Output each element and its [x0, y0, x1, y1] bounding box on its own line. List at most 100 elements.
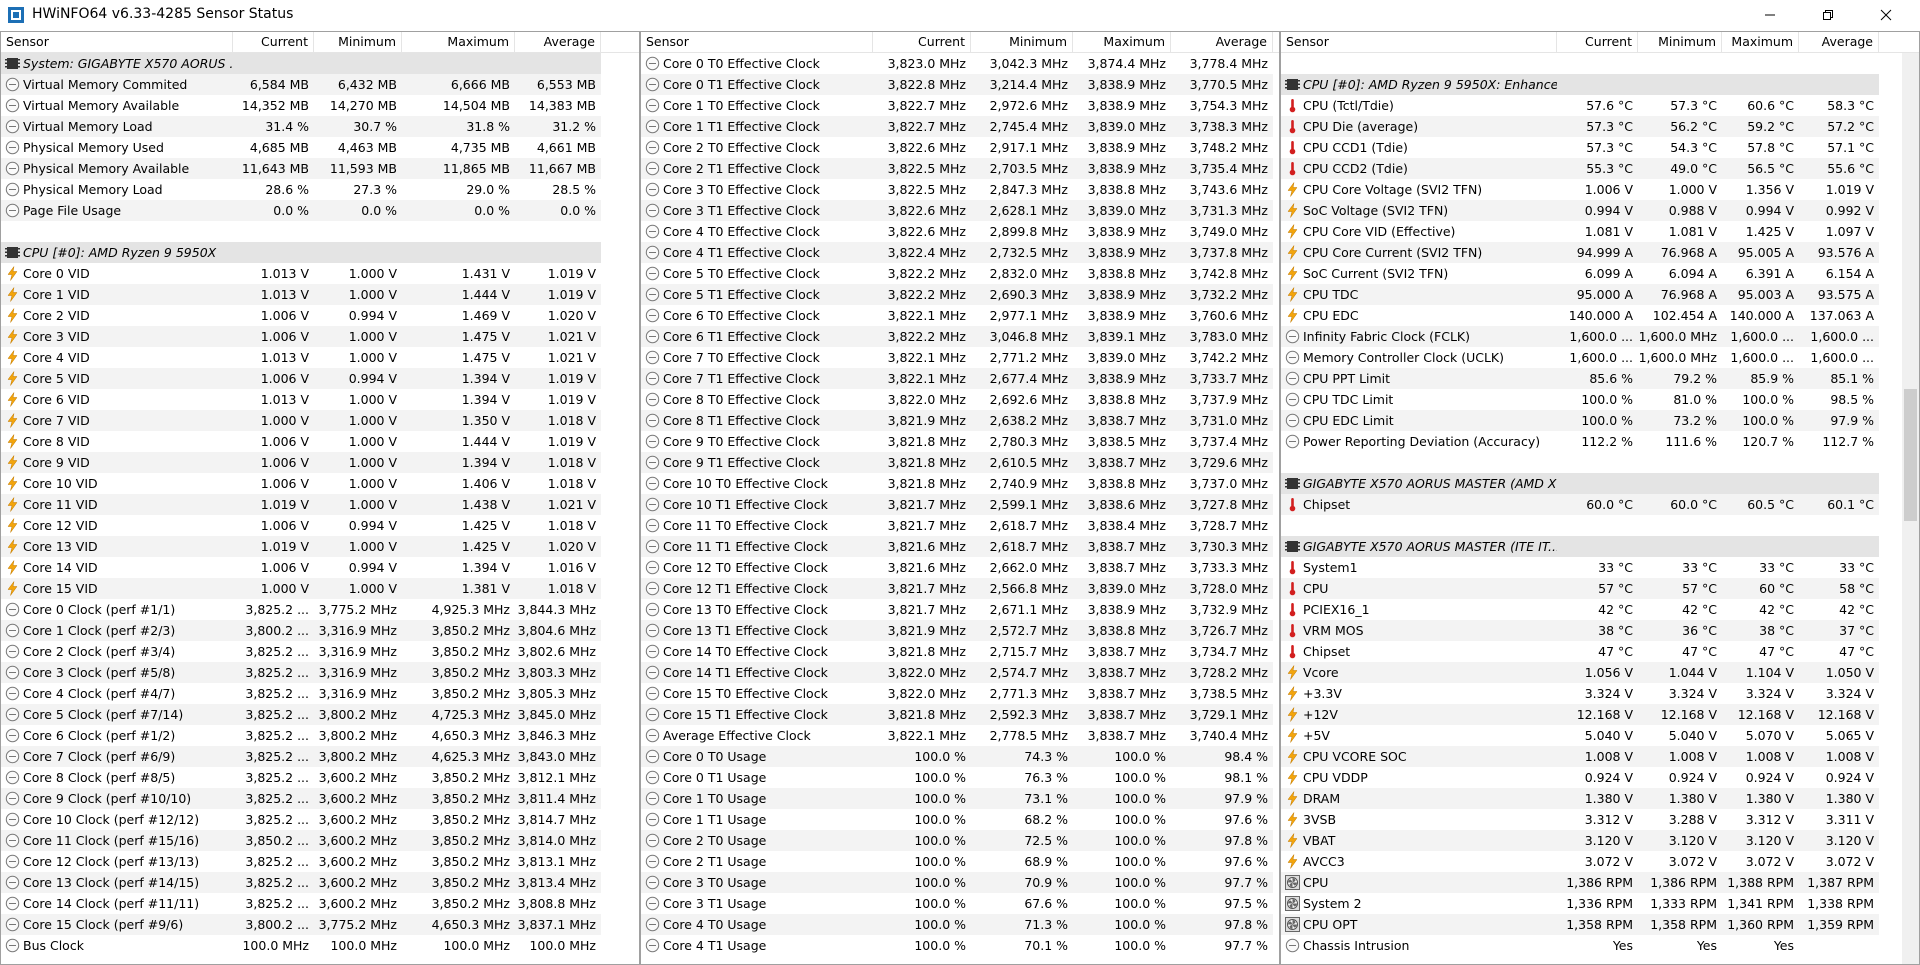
sensor-row[interactable]: Core 3 T1 Effective Clock 3,822.6 MHz 2,62…: [641, 200, 1279, 221]
sensor-row[interactable]: Core 15 Clock (perf #9/6) 3,800.2 ... 3,77…: [1, 914, 639, 935]
header-current[interactable]: Current: [873, 32, 971, 52]
sensor-row[interactable]: Core 2 T1 Effective Clock 3,822.5 MHz 2,70…: [641, 158, 1279, 179]
sensor-row[interactable]: CPU EDC Limit 100.0 % 73.2 % 100.0 % 97.9 %: [1281, 410, 1919, 431]
sensor-row[interactable]: Core 9 VID 1.006 V 1.000 V 1.394 V 1.018 V: [1, 452, 639, 473]
sensor-row[interactable]: Chassis Intrusion Yes Yes Yes: [1281, 935, 1919, 956]
sensor-row[interactable]: Chipset 47 °C 47 °C 47 °C 47 °C: [1281, 641, 1919, 662]
sensor-row[interactable]: Virtual Memory Available 14,352 MB 14,270 …: [1, 95, 639, 116]
sensor-row[interactable]: Core 5 T0 Effective Clock 3,822.2 MHz 2,83…: [641, 263, 1279, 284]
sensor-row[interactable]: Core 7 Clock (perf #6/9) 3,825.2 ... 3,800…: [1, 746, 639, 767]
sensor-row[interactable]: Core 15 T1 Effective Clock 3,821.8 MHz 2,5…: [641, 704, 1279, 725]
sensor-row[interactable]: Core 2 T0 Usage 100.0 % 72.5 % 100.0 % 97.8 …: [641, 830, 1279, 851]
sensor-row[interactable]: Core 1 Clock (perf #2/3) 3,800.2 ... 3,316…: [1, 620, 639, 641]
sensor-row[interactable]: Core 4 VID 1.013 V 1.000 V 1.475 V 1.021 V: [1, 347, 639, 368]
sensor-row[interactable]: Vcore 1.056 V 1.044 V 1.104 V 1.050 V: [1281, 662, 1919, 683]
sensor-row[interactable]: CPU PPT Limit 85.6 % 79.2 % 85.9 % 85.1 %: [1281, 368, 1919, 389]
sensor-row[interactable]: VRM MOS 38 °C 36 °C 38 °C 37 °C: [1281, 620, 1919, 641]
sensor-row[interactable]: Core 6 T0 Effective Clock 3,822.1 MHz 2,97…: [641, 305, 1279, 326]
sensor-row[interactable]: Core 0 T1 Usage 100.0 % 76.3 % 100.0 % 98.1 …: [641, 767, 1279, 788]
sensor-row[interactable]: CPU EDC 140.000 A 102.454 A 140.000 A 137.06…: [1281, 305, 1919, 326]
sensor-row[interactable]: Memory Controller Clock (UCLK) 1,600.0 ..…: [1281, 347, 1919, 368]
header-sensor[interactable]: Sensor: [1281, 32, 1557, 52]
header-maximum[interactable]: Maximum: [402, 32, 515, 52]
sensor-row[interactable]: PCIEX16_1 42 °C 42 °C 42 °C 42 °C: [1281, 599, 1919, 620]
sensor-row[interactable]: Core 12 Clock (perf #13/13) 3,825.2 ... 3,…: [1, 851, 639, 872]
sensor-row[interactable]: VBAT 3.120 V 3.120 V 3.120 V 3.120 V: [1281, 830, 1919, 851]
sensor-row[interactable]: CPU OPT 1,358 RPM 1,358 RPM 1,360 RPM 1,359 …: [1281, 914, 1919, 935]
sensor-row[interactable]: Core 15 T0 Effective Clock 3,822.0 MHz 2,7…: [641, 683, 1279, 704]
sensor-row[interactable]: Core 12 T0 Effective Clock 3,821.6 MHz 2,6…: [641, 557, 1279, 578]
sensor-row[interactable]: Core 14 T1 Effective Clock 3,822.0 MHz 2,5…: [641, 662, 1279, 683]
sensor-row[interactable]: Core 0 T1 Effective Clock 3,822.8 MHz 3,21…: [641, 74, 1279, 95]
sensor-row[interactable]: Core 3 T0 Usage 100.0 % 70.9 % 100.0 % 97.7 …: [641, 872, 1279, 893]
sensor-row[interactable]: Core 9 T1 Effective Clock 3,821.8 MHz 2,61…: [641, 452, 1279, 473]
sensor-row[interactable]: Core 10 Clock (perf #12/12) 3,825.2 ... 3,…: [1, 809, 639, 830]
sensor-row[interactable]: Core 10 VID 1.006 V 1.000 V 1.406 V 1.018 V: [1, 473, 639, 494]
sensor-row[interactable]: CPU CCD2 (Tdie) 55.3 °C 49.0 °C 56.5 °C 55.6…: [1281, 158, 1919, 179]
sensor-row[interactable]: Core 13 T1 Effective Clock 3,821.9 MHz 2,5…: [641, 620, 1279, 641]
sensor-row[interactable]: Core 6 VID 1.013 V 1.000 V 1.394 V 1.019 V: [1, 389, 639, 410]
sensor-row[interactable]: Core 9 T0 Effective Clock 3,821.8 MHz 2,78…: [641, 431, 1279, 452]
sensor-row[interactable]: Core 8 Clock (perf #8/5) 3,825.2 ... 3,600…: [1, 767, 639, 788]
sensor-row[interactable]: Core 0 Clock (perf #1/1) 3,825.2 ... 3,775…: [1, 599, 639, 620]
sensor-row[interactable]: Core 10 T1 Effective Clock 3,821.7 MHz 2,5…: [641, 494, 1279, 515]
sensor-row[interactable]: Core 12 VID 1.006 V 0.994 V 1.425 V 1.018 V: [1, 515, 639, 536]
sensor-row[interactable]: Physical Memory Used 4,685 MB 4,463 MB 4,73…: [1, 137, 639, 158]
sensor-row[interactable]: Core 7 T0 Effective Clock 3,822.1 MHz 2,77…: [641, 347, 1279, 368]
sensor-row[interactable]: Core 2 T0 Effective Clock 3,822.6 MHz 2,91…: [641, 137, 1279, 158]
sensor-row[interactable]: Core 13 Clock (perf #14/15) 3,825.2 ... 3,…: [1, 872, 639, 893]
sensor-row[interactable]: System1 33 °C 33 °C 33 °C 33 °C: [1281, 557, 1919, 578]
restore-button[interactable]: [1805, 0, 1851, 29]
sensor-row[interactable]: +12V 12.168 V 12.168 V 12.168 V 12.168 V: [1281, 704, 1919, 725]
sensor-row[interactable]: Virtual Memory Load 31.4 % 30.7 % 31.8 % 31.…: [1, 116, 639, 137]
sensor-row[interactable]: Core 1 T1 Usage 100.0 % 68.2 % 100.0 % 97.6 …: [641, 809, 1279, 830]
sensor-row[interactable]: Core 5 Clock (perf #7/14) 3,825.2 ... 3,80…: [1, 704, 639, 725]
sensor-row[interactable]: Core 6 Clock (perf #1/2) 3,825.2 ... 3,800…: [1, 725, 639, 746]
sensor-row[interactable]: Core 11 VID 1.019 V 1.000 V 1.438 V 1.021 V: [1, 494, 639, 515]
header-current[interactable]: Current: [233, 32, 314, 52]
sensor-row[interactable]: Physical Memory Available 11,643 MB 11,593…: [1, 158, 639, 179]
sensor-row[interactable]: SoC Voltage (SVI2 TFN) 0.994 V 0.988 V 0.99…: [1281, 200, 1919, 221]
sensor-row[interactable]: Core 0 T0 Usage 100.0 % 74.3 % 100.0 % 98.4 …: [641, 746, 1279, 767]
sensor-row[interactable]: Chipset 60.0 °C 60.0 °C 60.5 °C 60.1 °C: [1281, 494, 1919, 515]
header-minimum[interactable]: Minimum: [971, 32, 1073, 52]
sensor-row[interactable]: Core 0 T0 Effective Clock 3,823.0 MHz 3,04…: [641, 53, 1279, 74]
sensor-row[interactable]: Core 2 T1 Usage 100.0 % 68.9 % 100.0 % 97.6 …: [641, 851, 1279, 872]
sensor-row[interactable]: Core 1 T0 Usage 100.0 % 73.1 % 100.0 % 97.9 …: [641, 788, 1279, 809]
sensor-row[interactable]: Infinity Fabric Clock (FCLK) 1,600.0 ... 1…: [1281, 326, 1919, 347]
sensor-row[interactable]: System 2 1,336 RPM 1,333 RPM 1,341 RPM 1,338…: [1281, 893, 1919, 914]
sensor-row[interactable]: Core 13 VID 1.019 V 1.000 V 1.425 V 1.020 V: [1, 536, 639, 557]
sensor-panel-2[interactable]: Sensor Current Minimum Maximum Average Core 0…: [640, 31, 1280, 965]
sensor-row[interactable]: Core 2 Clock (perf #3/4) 3,825.2 ... 3,316…: [1, 641, 639, 662]
sensor-row[interactable]: Power Reporting Deviation (Accuracy) 112.…: [1281, 431, 1919, 452]
sensor-panel-1[interactable]: Sensor Current Minimum Maximum Average System…: [0, 31, 640, 965]
sensor-row[interactable]: Page File Usage 0.0 % 0.0 % 0.0 % 0.0 %: [1, 200, 639, 221]
vertical-scrollbar[interactable]: [1902, 53, 1919, 964]
sensor-row[interactable]: Core 11 Clock (perf #15/16) 3,850.2 ... 3,…: [1, 830, 639, 851]
sensor-row[interactable]: Core 4 T0 Usage 100.0 % 71.3 % 100.0 % 97.8 …: [641, 914, 1279, 935]
sensor-row[interactable]: CPU VCORE SOC 1.008 V 1.008 V 1.008 V 1.008 …: [1281, 746, 1919, 767]
sensor-row[interactable]: Core 11 T1 Effective Clock 3,821.6 MHz 2,6…: [641, 536, 1279, 557]
sensor-row[interactable]: Core 3 T0 Effective Clock 3,822.5 MHz 2,84…: [641, 179, 1279, 200]
header-average[interactable]: Average: [1171, 32, 1273, 52]
sensor-row[interactable]: Core 1 T0 Effective Clock 3,822.7 MHz 2,97…: [641, 95, 1279, 116]
header-average[interactable]: Average: [515, 32, 601, 52]
sensor-group-header[interactable]: System: GIGABYTE X570 AORUS ...: [1, 53, 639, 74]
sensor-row[interactable]: Core 4 Clock (perf #4/7) 3,825.2 ... 3,316…: [1, 683, 639, 704]
sensor-row[interactable]: Bus Clock 100.0 MHz 100.0 MHz 100.0 MHz 100.…: [1, 935, 639, 956]
sensor-row[interactable]: Core 14 T0 Effective Clock 3,821.8 MHz 2,7…: [641, 641, 1279, 662]
sensor-row[interactable]: Core 3 VID 1.006 V 1.000 V 1.475 V 1.021 V: [1, 326, 639, 347]
sensor-panel-3[interactable]: Sensor Current Minimum Maximum Average CPU [#…: [1280, 31, 1920, 965]
sensor-row[interactable]: Core 8 T0 Effective Clock 3,822.0 MHz 2,69…: [641, 389, 1279, 410]
sensor-row[interactable]: CPU (Tctl/Tdie) 57.6 °C 57.3 °C 60.6 °C 58.3…: [1281, 95, 1919, 116]
sensor-row[interactable]: 3VSB 3.312 V 3.288 V 3.312 V 3.311 V: [1281, 809, 1919, 830]
sensor-row[interactable]: CPU 1,386 RPM 1,386 RPM 1,388 RPM 1,387 RPM: [1281, 872, 1919, 893]
sensor-row[interactable]: Core 12 T1 Effective Clock 3,821.7 MHz 2,5…: [641, 578, 1279, 599]
sensor-group-header[interactable]: GIGABYTE X570 AORUS MASTER (AMD X...: [1281, 473, 1919, 494]
sensor-row[interactable]: CPU Core Current (SVI2 TFN) 94.999 A 76.96…: [1281, 242, 1919, 263]
close-button[interactable]: [1863, 0, 1909, 29]
header-sensor[interactable]: Sensor: [641, 32, 873, 52]
sensor-group-header[interactable]: CPU [#0]: AMD Ryzen 9 5950X: [1, 242, 639, 263]
sensor-row[interactable]: Core 8 T1 Effective Clock 3,821.9 MHz 2,63…: [641, 410, 1279, 431]
sensor-group-header[interactable]: CPU [#0]: AMD Ryzen 9 5950X: Enhanced: [1281, 74, 1919, 95]
